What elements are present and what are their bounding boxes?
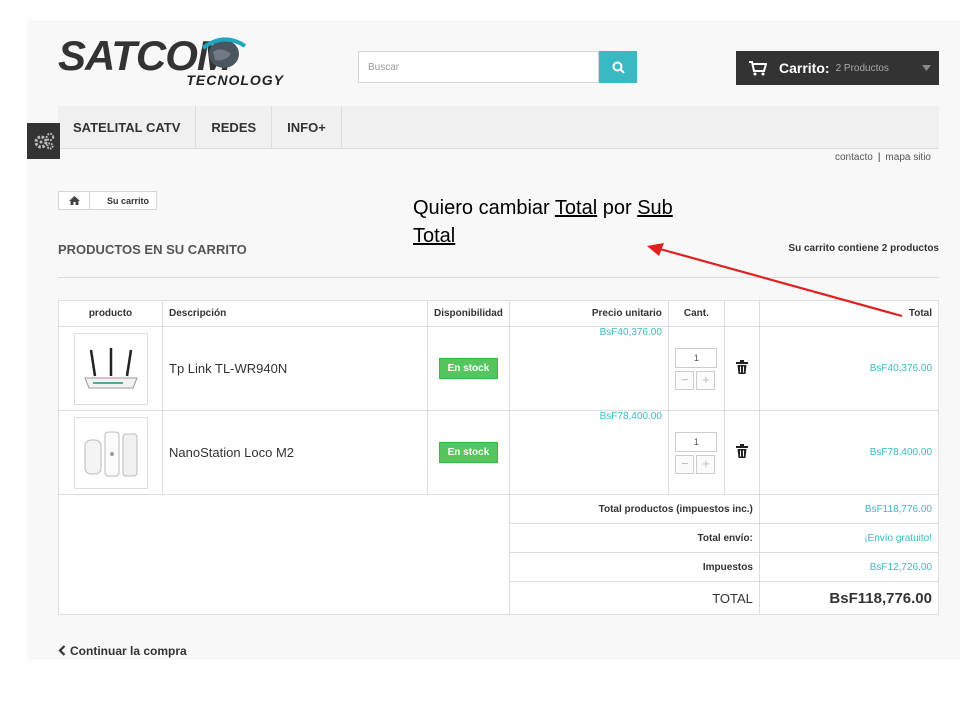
contact-link[interactable]: contacto: [835, 152, 873, 163]
continue-shopping-label: Continuar la compra: [70, 644, 187, 658]
col-description: Descripción: [162, 300, 428, 327]
unit-price: BsF78,400.00: [508, 410, 669, 495]
cart-label: Carrito:: [779, 60, 830, 76]
cart-table: producto Descripción Disponibilidad Prec…: [58, 300, 940, 615]
col-product: producto: [58, 300, 163, 327]
search-input[interactable]: Buscar: [358, 51, 599, 83]
annotation-word-total2: Total: [413, 225, 456, 247]
quantity-increase-button[interactable]: +: [696, 370, 716, 390]
col-qty: Cant.: [667, 300, 725, 327]
cart-count: 2 Productos: [835, 62, 889, 74]
cart-summary-text: Su carrito contiene 2 productos: [788, 243, 939, 254]
table-header-row: producto Descripción Disponibilidad Prec…: [58, 300, 940, 327]
product-description[interactable]: Tp Link TL-WR940N: [162, 326, 428, 411]
nanostation-image: [84, 431, 137, 476]
router-image: [83, 347, 138, 388]
menu-item-redes[interactable]: REDES: [196, 106, 273, 148]
sitemap-link[interactable]: mapa sitio: [885, 152, 931, 163]
quantity-decrease-button[interactable]: −: [675, 454, 695, 474]
grand-total-value: BsF118,776.00: [758, 581, 940, 615]
continue-shopping-link[interactable]: Continuar la compra: [58, 644, 187, 658]
summary-tax-label: Impuestos: [508, 552, 760, 582]
quantity-input[interactable]: 1: [675, 347, 718, 368]
chevron-left-icon: [58, 645, 66, 656]
summary-spacer: [58, 494, 510, 615]
summary-row-products: Total productos (impuestos inc.) BsF118,…: [58, 494, 940, 615]
annotation-word-total: Total: [554, 197, 598, 219]
breadcrumb-current: Su carrito: [107, 195, 150, 206]
qty-cell: 1 − +: [667, 326, 725, 411]
cart-button[interactable]: Carrito: 2 Productos: [736, 51, 939, 85]
delete-cell: [723, 410, 760, 495]
link-separator: |: [877, 152, 881, 163]
quantity-decrease-button[interactable]: −: [675, 370, 695, 390]
menu-item-info[interactable]: INFO+: [272, 106, 342, 148]
summary-shipping-label: Total envío:: [508, 523, 760, 553]
table-row: Tp Link TL-WR940N En stock BsF40,376.00 …: [58, 326, 940, 411]
divider: [58, 277, 939, 278]
product-image[interactable]: [73, 332, 148, 405]
row-total: BsF40,376.00: [758, 326, 940, 411]
col-delete: [723, 300, 760, 327]
shopping-cart-icon: [749, 60, 767, 75]
search-button[interactable]: [599, 51, 637, 83]
availability-cell: En stock: [427, 410, 510, 495]
table-row: NanoStation Loco M2 En stock BsF78,400.0…: [58, 410, 940, 495]
col-unit-price: Precio unitario: [508, 300, 669, 327]
quantity-input[interactable]: 1: [675, 431, 718, 452]
site-logo[interactable]: SATCOM TECNOLOGY: [58, 28, 286, 92]
trash-icon[interactable]: [735, 444, 748, 458]
col-availability: Disponibilidad: [427, 300, 510, 327]
availability-cell: En stock: [427, 326, 510, 411]
annotation-note: Quiero cambiar Total por Sub Total: [413, 194, 733, 250]
chevron-down-icon: [922, 65, 931, 71]
search-icon: [612, 61, 625, 74]
delete-cell: [723, 326, 760, 411]
breadcrumb-home[interactable]: [59, 192, 90, 209]
col-total: Total: [758, 300, 940, 327]
main-menu: SATELITAL CATV REDES INFO+: [58, 106, 939, 149]
stock-badge: En stock: [438, 358, 499, 379]
product-thumb-cell: [58, 326, 163, 411]
breadcrumb: Su carrito: [58, 191, 157, 210]
logo-subtitle: TECNOLOGY: [186, 72, 284, 88]
globe-icon: [201, 37, 247, 68]
annotation-text: Quiero cambiar: [413, 197, 555, 219]
summary-tax-value: BsF12,726.00: [758, 552, 940, 582]
settings-toggle[interactable]: [27, 123, 60, 159]
annotation-text-mid: por: [597, 197, 638, 219]
trash-icon[interactable]: [735, 360, 748, 374]
stock-badge: En stock: [438, 442, 499, 463]
menu-item-satelital[interactable]: SATELITAL CATV: [58, 106, 197, 148]
product-description[interactable]: NanoStation Loco M2: [162, 410, 428, 495]
product-image[interactable]: [73, 416, 148, 489]
product-thumb-cell: [58, 410, 163, 495]
page-title: PRODUCTOS EN SU CARRITO: [58, 242, 247, 257]
quantity-increase-button[interactable]: +: [696, 454, 716, 474]
grand-total-label: TOTAL: [508, 581, 760, 615]
qty-cell: 1 − +: [667, 410, 725, 495]
home-icon: [68, 196, 80, 205]
row-total: BsF78,400.00: [758, 410, 940, 495]
summary-products-label: Total productos (impuestos inc.): [508, 494, 760, 524]
unit-price: BsF40,376.00: [508, 326, 669, 411]
summary-products-value: BsF118,776.00: [758, 494, 940, 524]
annotation-word-sub: Sub: [637, 197, 673, 219]
summary-shipping-value: ¡Envío gratuito!: [758, 523, 940, 553]
top-links: contacto | mapa sitio: [835, 152, 931, 163]
gears-icon: [34, 132, 54, 150]
